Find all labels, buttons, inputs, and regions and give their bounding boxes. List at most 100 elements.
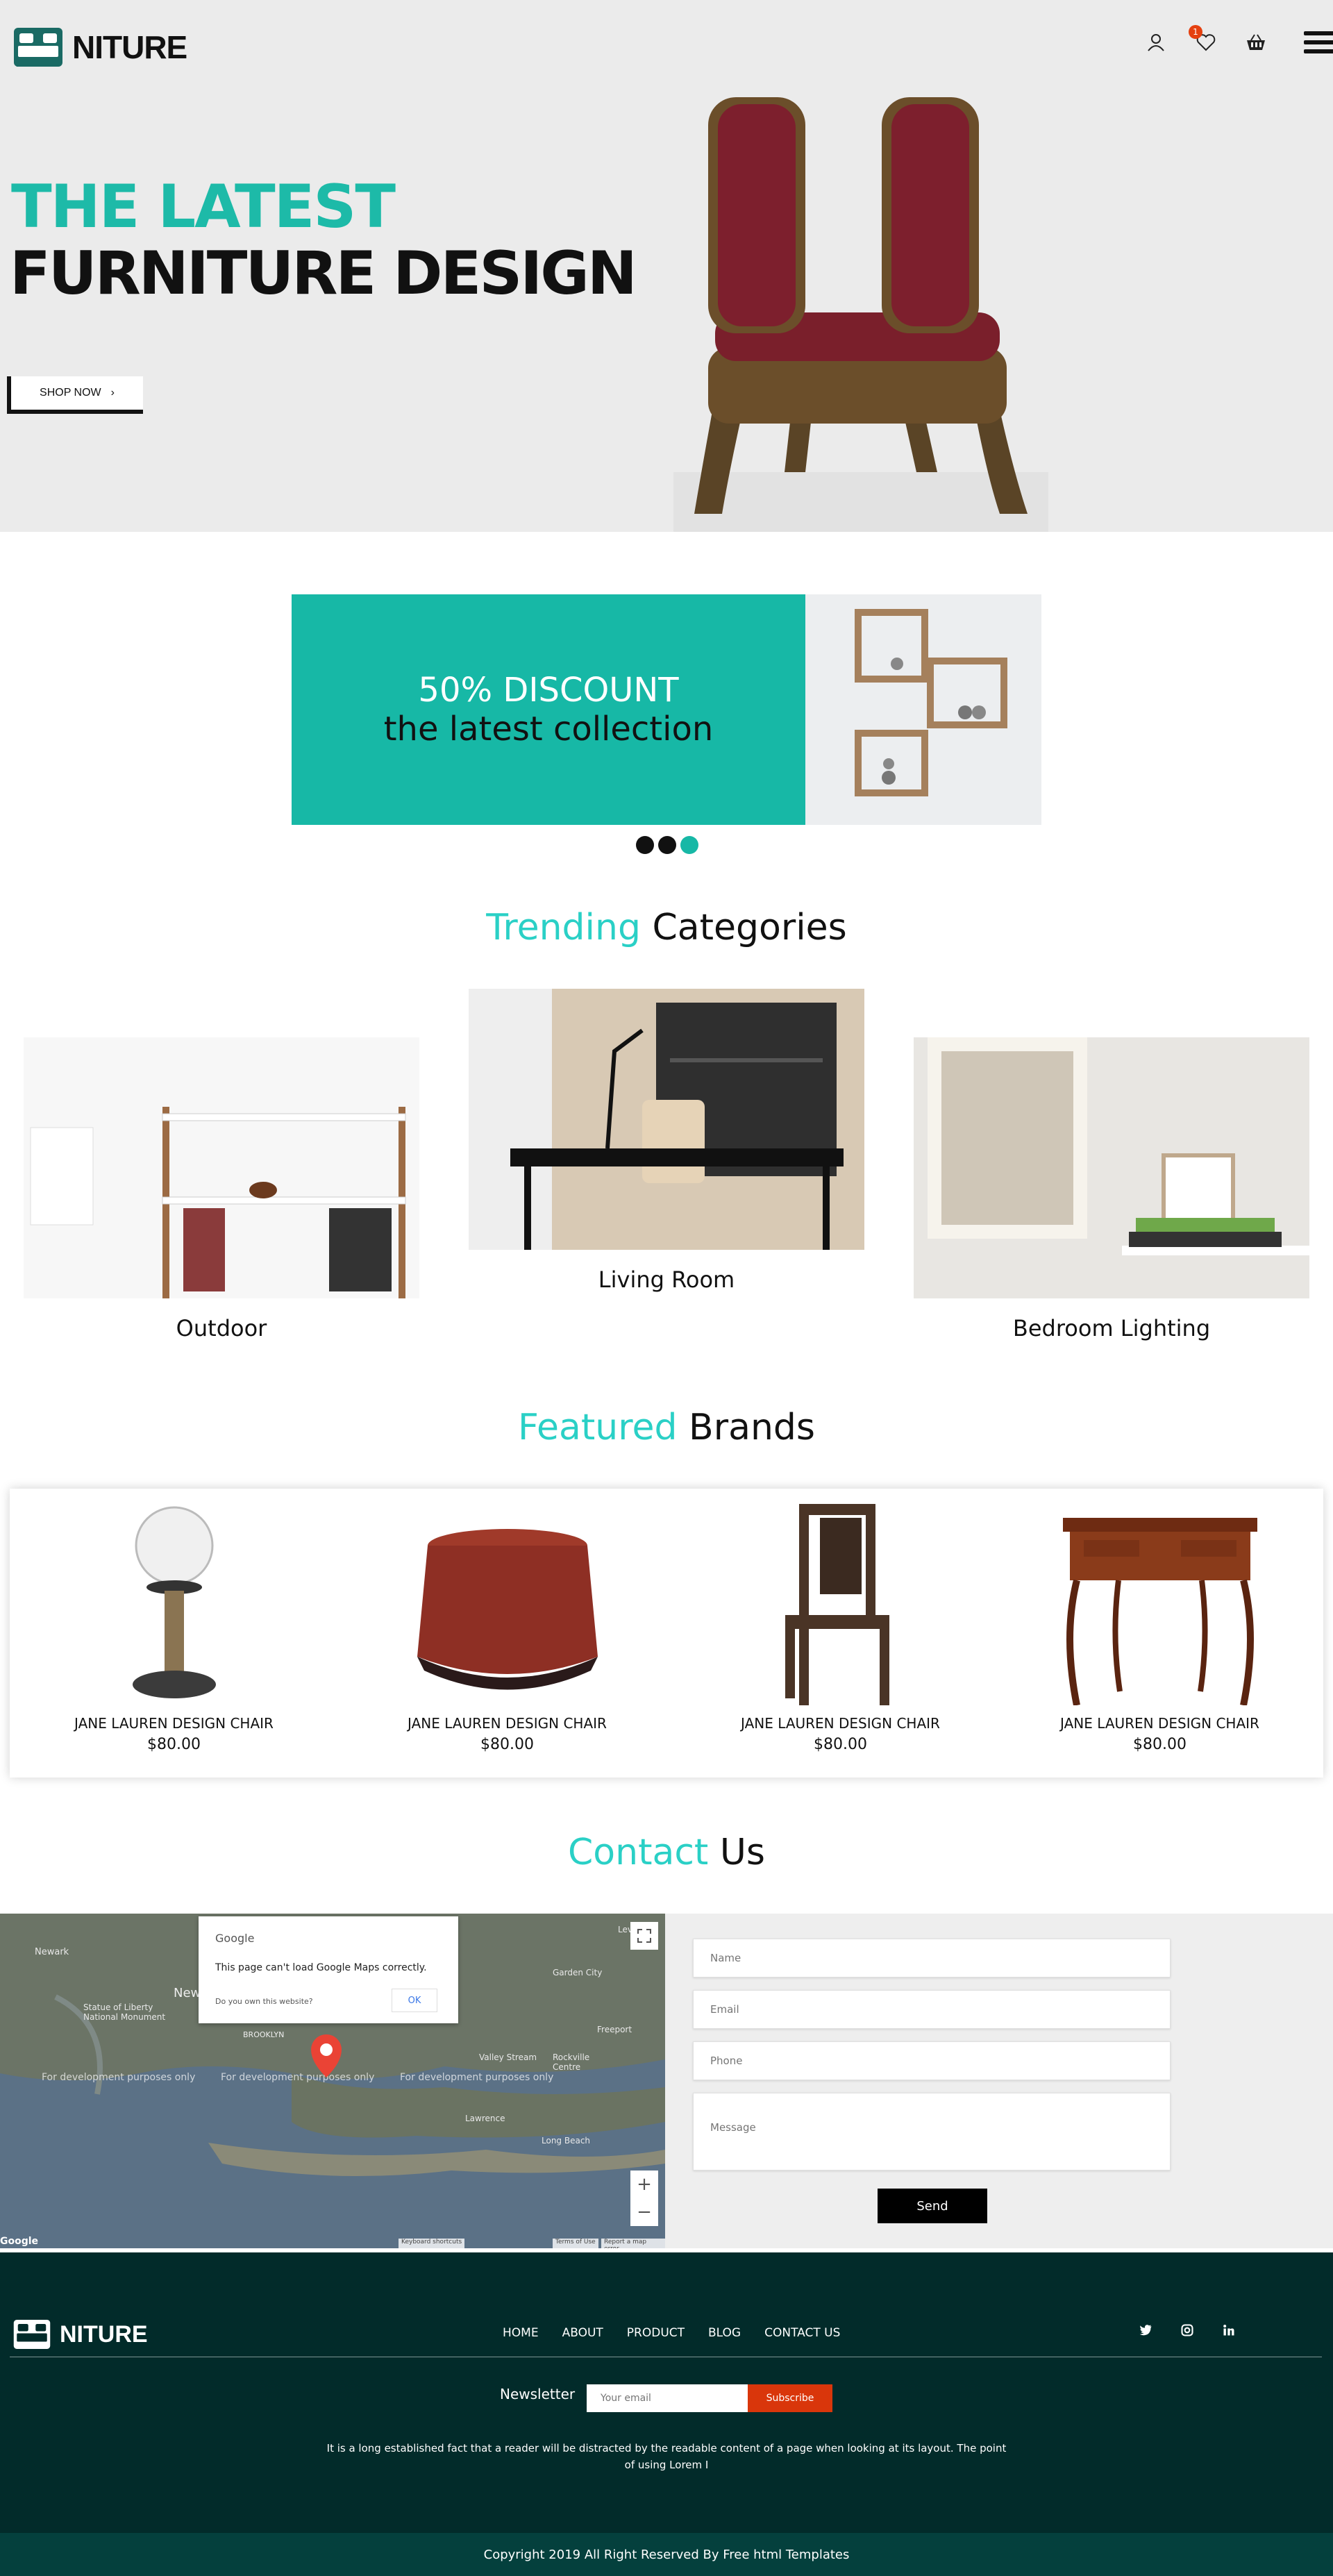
map-label-brooklyn: BROOKLYN	[243, 2030, 285, 2039]
footer-nav: HOME ABOUT PRODUCT BLOG CONTACT US	[503, 2326, 840, 2340]
hero-chair-image	[673, 97, 1048, 532]
hero-section: NITURE 1 THE LATEST FURNITURE DESIGN SHO…	[0, 0, 1333, 532]
map-ok-button[interactable]: OK	[392, 1989, 437, 2012]
carousel-dot-3[interactable]	[680, 836, 698, 854]
map-terms-link[interactable]: Terms of Use	[553, 2239, 598, 2248]
instagram-icon[interactable]	[1180, 2323, 1194, 2337]
map-report-link[interactable]: Report a map error	[601, 2239, 665, 2248]
category-label-bedroom-lighting[interactable]: Bedroom Lighting	[914, 1315, 1309, 1341]
category-image-living-room[interactable]	[469, 989, 864, 1250]
hero-title-main: FURNITURE DESIGN	[10, 239, 637, 308]
linkedin-icon[interactable]	[1222, 2323, 1236, 2337]
fullscreen-icon[interactable]	[630, 1922, 658, 1950]
footer-nav-about[interactable]: ABOUT	[562, 2326, 603, 2340]
message-field[interactable]	[693, 2093, 1171, 2171]
footer-nav-blog[interactable]: BLOG	[708, 2326, 741, 2340]
categories-title-accent: Trending	[486, 907, 641, 948]
footer-nav-contact[interactable]: CONTACT US	[764, 2326, 840, 2340]
map-label-lawrence: Lawrence	[465, 2114, 505, 2123]
product-price: $80.00	[1133, 1736, 1187, 1753]
product-price: $80.00	[814, 1736, 867, 1753]
brands-title: Featured Brands	[0, 1407, 1333, 1448]
banner-headline: 50% DISCOUNT	[418, 671, 679, 710]
product-price: $80.00	[147, 1736, 201, 1753]
chevron-right-icon: ›	[110, 387, 115, 399]
footer-nav-product[interactable]: PRODUCT	[627, 2326, 685, 2340]
map-error-message: This page can't load Google Maps correct…	[215, 1962, 427, 1973]
twitter-icon[interactable]	[1139, 2323, 1152, 2337]
zoom-in-button[interactable]: +	[630, 2171, 658, 2198]
site-logo[interactable]: NITURE	[12, 25, 187, 69]
discount-banner[interactable]: 50% DISCOUNT the latest collection	[292, 594, 1041, 825]
shop-now-button[interactable]: SHOP NOW ›	[7, 376, 143, 414]
wishlist-heart-icon[interactable]: 1	[1189, 25, 1218, 54]
carousel-dot-2[interactable]	[658, 836, 676, 854]
map-label-newark: Newark	[35, 1947, 69, 1957]
category-label-outdoor[interactable]: Outdoor	[24, 1315, 419, 1341]
email-field[interactable]	[693, 1990, 1171, 2029]
banner-shelves-image	[805, 594, 1041, 825]
category-image-bedroom-lighting[interactable]	[914, 1037, 1309, 1298]
social-links	[1139, 2323, 1236, 2337]
contact-title-rest: Us	[708, 1832, 765, 1873]
google-logo-text: Google	[215, 1932, 255, 1945]
product-card[interactable]: JANE LAUREN DESIGN CHAIR $80.00	[10, 1489, 338, 1778]
map-label-new: New	[174, 1986, 201, 2000]
map-label-statue: Statue of Liberty National Monument	[83, 2002, 166, 2022]
menu-icon[interactable]	[1304, 31, 1333, 53]
map-dev-notice: For development purposes only	[400, 2072, 554, 2083]
map-keyboard-shortcuts[interactable]: Keyboard shortcuts	[399, 2239, 465, 2248]
phone-field[interactable]	[693, 2041, 1171, 2080]
google-map[interactable]: Newark Statue of Liberty National Monume…	[0, 1914, 665, 2248]
categories-title-rest: Categories	[640, 907, 847, 948]
bed-icon	[14, 28, 62, 67]
map-label-freeport: Freeport	[597, 2025, 632, 2034]
bed-icon	[13, 2320, 51, 2349]
shop-now-label: SHOP NOW	[40, 387, 101, 399]
map-label-garden-city: Garden City	[553, 1968, 603, 1977]
brands-title-accent: Featured	[517, 1407, 678, 1448]
newsletter-email-input[interactable]	[587, 2384, 748, 2412]
product-name: JANE LAUREN DESIGN CHAIR	[741, 1715, 940, 1732]
map-pin-icon[interactable]	[310, 2033, 343, 2079]
categories-title: Trending Categories	[0, 907, 1333, 948]
product-card[interactable]: JANE LAUREN DESIGN CHAIR $80.00	[676, 1489, 1005, 1778]
basket-icon[interactable]	[1244, 31, 1268, 54]
product-name: JANE LAUREN DESIGN CHAIR	[408, 1715, 607, 1732]
product-card[interactable]: JANE LAUREN DESIGN CHAIR $80.00	[996, 1489, 1324, 1778]
map-error-dialog: Google This page can't load Google Maps …	[199, 1916, 458, 2023]
hero-title-accent: THE LATEST	[11, 172, 396, 242]
newsletter-label: Newsletter	[500, 2386, 576, 2402]
subscribe-button[interactable]: Subscribe	[748, 2384, 832, 2412]
map-dev-notice: For development purposes only	[221, 2072, 375, 2083]
send-button[interactable]: Send	[878, 2189, 987, 2223]
category-label-living-room[interactable]: Living Room	[469, 1266, 864, 1293]
header-nav: 1	[1144, 25, 1333, 54]
footer: NITURE HOME ABOUT PRODUCT BLOG CONTACT U…	[0, 2252, 1333, 2533]
featured-products: JANE LAUREN DESIGN CHAIR $80.00 JANE LAU…	[10, 1489, 1323, 1778]
logo-text: NITURE	[72, 29, 187, 65]
footer-about-text: It is a long established fact that a rea…	[326, 2442, 1007, 2471]
copyright-text: Copyright 2019 All Right Reserved By Fre…	[483, 2547, 850, 2562]
map-own-question: Do you own this website?	[215, 1997, 313, 2006]
footer-logo[interactable]: NITURE	[12, 2318, 148, 2351]
wishlist-badge: 1	[1189, 25, 1202, 39]
product-name: JANE LAUREN DESIGN CHAIR	[1060, 1715, 1259, 1732]
product-image-desk	[1062, 1518, 1257, 1705]
map-label-valley-stream: Valley Stream	[479, 2052, 537, 2062]
footer-nav-home[interactable]: HOME	[503, 2326, 539, 2340]
product-image-tablecloth	[417, 1529, 598, 1690]
map-label-rockville: Rockville Centre	[553, 2052, 590, 2072]
name-field[interactable]	[693, 1939, 1171, 1977]
product-name: JANE LAUREN DESIGN CHAIR	[74, 1715, 274, 1732]
copyright-bar: Copyright 2019 All Right Reserved By Fre…	[0, 2533, 1333, 2576]
map-zoom-controls: + −	[630, 2171, 658, 2226]
contact-title: Contact Us	[0, 1832, 1333, 1873]
product-card[interactable]: JANE LAUREN DESIGN CHAIR $80.00	[343, 1489, 671, 1778]
carousel-dot-1[interactable]	[636, 836, 654, 854]
zoom-out-button[interactable]: −	[630, 2198, 658, 2226]
user-icon[interactable]	[1144, 31, 1168, 54]
category-image-outdoor[interactable]	[24, 1037, 419, 1298]
map-dev-notice: For development purposes only	[42, 2072, 196, 2083]
contact-title-accent: Contact	[568, 1832, 709, 1873]
